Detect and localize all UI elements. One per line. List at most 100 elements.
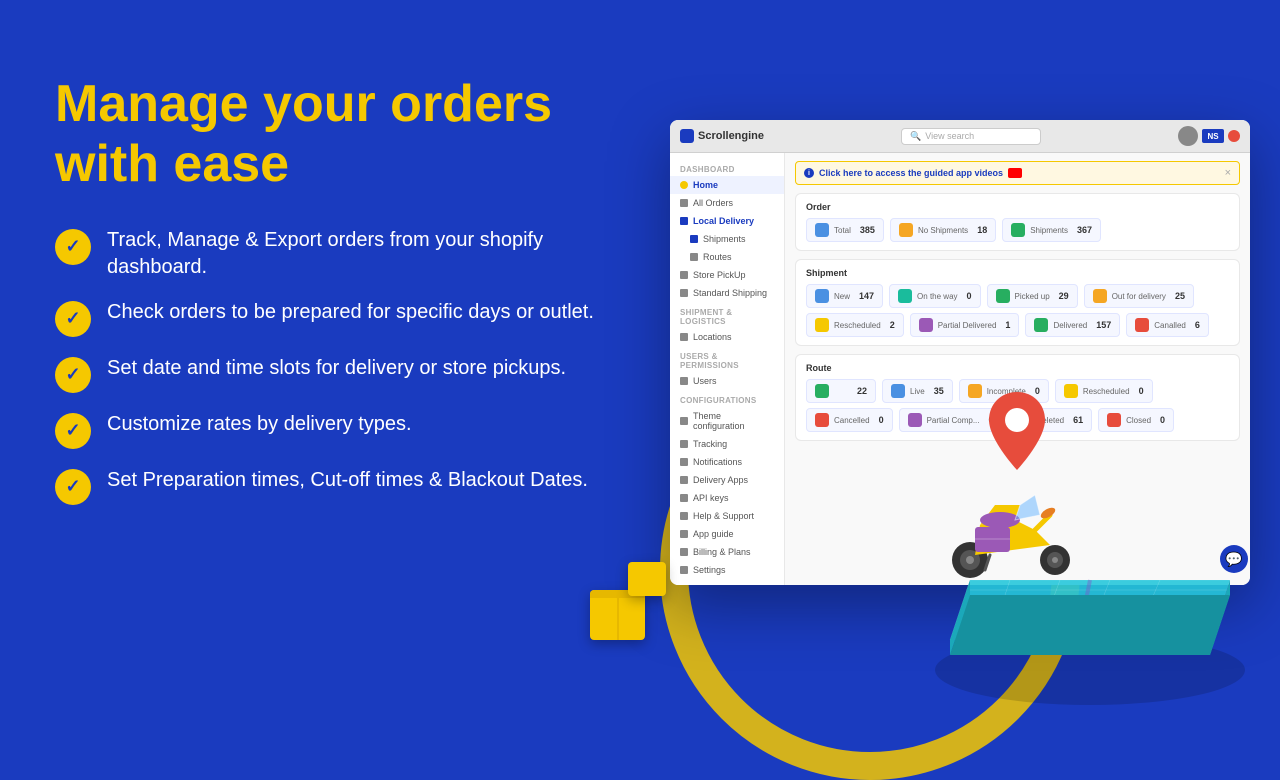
new-icon: [815, 289, 829, 303]
tracking-icon: [680, 440, 688, 448]
sidebar-item-api-keys[interactable]: API keys: [670, 489, 784, 507]
no-shipments-icon: [899, 223, 913, 237]
shipment-stats-row-2: Rescheduled 2 Partial Delivered 1 Delive…: [806, 313, 1229, 337]
stat-closed: Closed 0: [1098, 408, 1174, 432]
close-button[interactable]: [1228, 130, 1240, 142]
scooter-illustration: [945, 475, 1085, 590]
stat-no-shipments: No Shipments 18: [890, 218, 996, 242]
app-logo: Scrollengine: [680, 129, 764, 143]
stat-live: Live 35: [882, 379, 953, 403]
shipments-icon: [690, 235, 698, 243]
sidebar-section-config: Configurations: [670, 390, 784, 407]
partial-delivered-icon: [919, 318, 933, 332]
package-stack: [590, 590, 645, 640]
canalled-icon: [1135, 318, 1149, 332]
sidebar-item-users[interactable]: Users: [670, 372, 784, 390]
settings-icon: [680, 566, 688, 574]
sidebar-item-store-pickup[interactable]: Store PickUp: [670, 266, 784, 284]
sidebar-item-help[interactable]: Help & Support: [670, 507, 784, 525]
stat-route-1: 22: [806, 379, 876, 403]
notifications-icon: [680, 458, 688, 466]
home-icon: [680, 181, 688, 189]
notification-bar: i Click here to access the guided app vi…: [795, 161, 1240, 185]
sidebar-item-delivery-apps[interactable]: Delivery Apps: [670, 471, 784, 489]
feature-text-3: Set date and time slots for delivery or …: [107, 355, 566, 382]
list-item: Customize rates by delivery types.: [55, 411, 605, 449]
sidebar-item-shipments[interactable]: Shipments: [670, 230, 784, 248]
search-icon: 🔍: [910, 131, 921, 142]
feature-text-4: Customize rates by delivery types.: [107, 411, 412, 438]
billing-icon: [680, 548, 688, 556]
window-titlebar: Scrollengine 🔍 View search NS: [670, 120, 1250, 153]
out-delivery-icon: [1093, 289, 1107, 303]
sidebar-section-logistics: Shipment & Logistics: [670, 302, 784, 328]
stat-total: Total 385: [806, 218, 884, 242]
sidebar-item-settings[interactable]: Settings: [670, 561, 784, 579]
features-list: Track, Manage & Export orders from your …: [55, 227, 605, 505]
list-item: Set Preparation times, Cut-off times & B…: [55, 467, 605, 505]
youtube-icon: [1008, 168, 1022, 178]
stat-on-way: On the way 0: [889, 284, 980, 308]
package-stripe: [617, 598, 619, 640]
sidebar-item-tracking[interactable]: Tracking: [670, 435, 784, 453]
sidebar-item-app-guide[interactable]: App guide: [670, 525, 784, 543]
search-bar[interactable]: 🔍 View search: [901, 128, 1041, 145]
sidebar-item-home[interactable]: Home: [670, 176, 784, 194]
route-rescheduled-icon: [1064, 384, 1078, 398]
feature-text-2: Check orders to be prepared for specific…: [107, 299, 594, 326]
sidebar-item-locations[interactable]: Locations: [670, 328, 784, 346]
notification-text: i Click here to access the guided app vi…: [804, 168, 1022, 178]
rescheduled-icon: [815, 318, 829, 332]
stat-delivered: Delivered 157: [1025, 313, 1120, 337]
pin-svg: [985, 390, 1050, 475]
sidebar-section-dashboard: Dashboard: [670, 159, 784, 176]
sidebar-section-users: Users & Permissions: [670, 346, 784, 372]
help-icon: [680, 512, 688, 520]
sidebar-item-theme[interactable]: Theme configuration: [670, 407, 784, 435]
api-icon: [680, 494, 688, 502]
guide-icon: [680, 530, 688, 538]
check-icon-3: [55, 357, 91, 393]
check-icon-1: [55, 229, 91, 265]
route1-icon: [815, 384, 829, 398]
cancelled-icon: [815, 413, 829, 427]
closed-icon: [1107, 413, 1121, 427]
total-icon: [815, 223, 829, 237]
feature-text-1: Track, Manage & Export orders from your …: [107, 227, 605, 281]
sidebar-item-billing[interactable]: Billing & Plans: [670, 543, 784, 561]
picked-up-icon: [996, 289, 1010, 303]
shipment-section-title: Shipment: [806, 268, 1229, 278]
check-icon-2: [55, 301, 91, 337]
routes-icon: [690, 253, 698, 261]
order-stats-row: Total 385 No Shipments 18 Shipments 367: [806, 218, 1229, 242]
shipment-section: Shipment New 147 On the way 0: [795, 259, 1240, 346]
stat-out-delivery: Out for delivery 25: [1084, 284, 1194, 308]
incomplete-icon: [968, 384, 982, 398]
order-section-title: Order: [806, 202, 1229, 212]
check-icon-4: [55, 413, 91, 449]
check-icon-5: [55, 469, 91, 505]
left-panel: Manage your orders with ease Track, Mana…: [55, 75, 605, 505]
shipments-stat-icon: [1011, 223, 1025, 237]
info-icon: i: [804, 168, 814, 178]
close-notification-button[interactable]: ×: [1225, 167, 1231, 179]
stat-shipments: Shipments 367: [1002, 218, 1101, 242]
sidebar-item-local-delivery[interactable]: Local Delivery: [670, 212, 784, 230]
sidebar-item-standard-shipping[interactable]: Standard Shipping: [670, 284, 784, 302]
live-icon: [891, 384, 905, 398]
package-large: [590, 590, 645, 640]
sidebar-item-routes[interactable]: Routes: [670, 248, 784, 266]
shipping-icon: [680, 289, 688, 297]
logo-icon: [680, 129, 694, 143]
package-small: [628, 562, 666, 596]
orders-icon: [680, 199, 688, 207]
sidebar-item-notifications[interactable]: Notifications: [670, 453, 784, 471]
avatar-button[interactable]: [1178, 126, 1198, 146]
stat-canalled: Canalled 6: [1126, 313, 1209, 337]
location-pin: [985, 390, 1050, 480]
sidebar-item-all-orders[interactable]: All Orders: [670, 194, 784, 212]
ns-button[interactable]: NS: [1202, 129, 1224, 143]
on-way-icon: [898, 289, 912, 303]
shipment-stats-row: New 147 On the way 0 Picked up 29: [806, 284, 1229, 308]
delivered-icon: [1034, 318, 1048, 332]
